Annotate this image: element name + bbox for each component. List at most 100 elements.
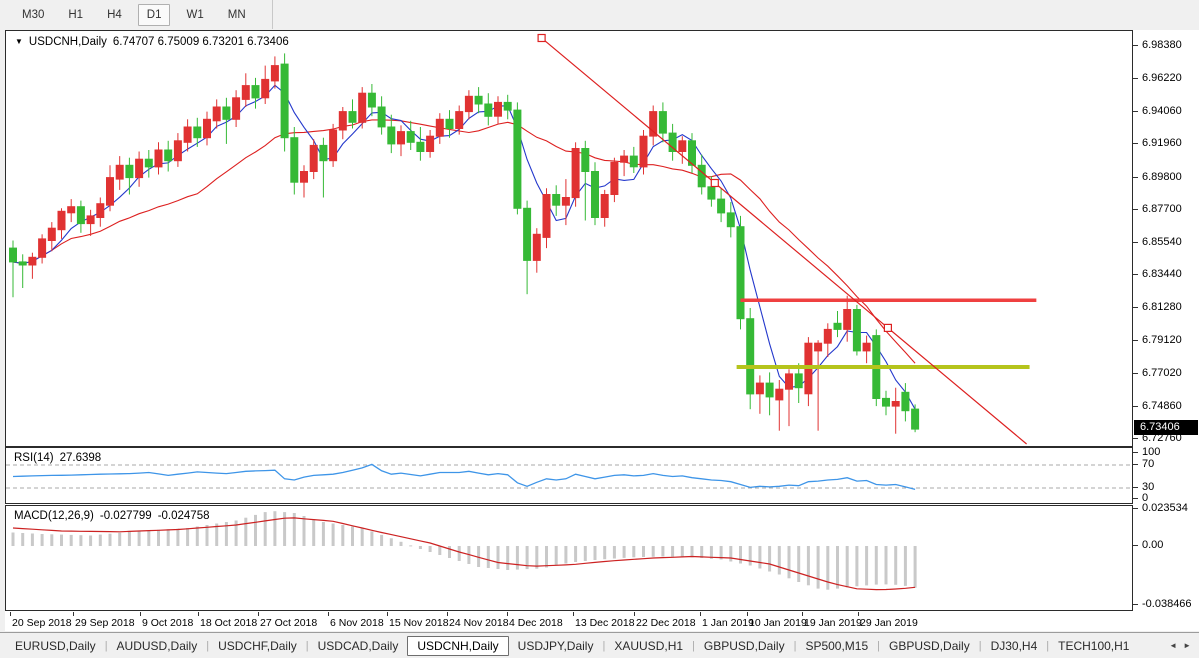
date-tick	[258, 612, 259, 616]
date-label: 13 Dec 2018	[575, 617, 635, 629]
date-tick	[10, 612, 11, 616]
price-chart-canvas[interactable]	[6, 31, 1132, 446]
date-tick	[328, 612, 329, 616]
price-tick-label: 6.89800	[1142, 171, 1182, 184]
price-tick-label: 6.85540	[1142, 236, 1182, 249]
main-chart-panel[interactable]: ▼ USDCNH,Daily 6.74707 6.75009 6.73201 6…	[5, 30, 1133, 447]
rsi-panel[interactable]: RSI(14) 27.6398	[5, 447, 1133, 504]
symbol-tab-sp500-m15[interactable]: SP500,M15	[796, 636, 877, 656]
symbol-tab-eurusd-daily[interactable]: EURUSD,Daily	[6, 636, 105, 656]
date-tick	[73, 612, 74, 616]
symbol-tab-xauusd-h1[interactable]: XAUUSD,H1	[605, 636, 692, 656]
price-tick-label: 6.94060	[1142, 105, 1182, 118]
price-tick-label-tick	[1133, 242, 1138, 243]
timeframe-toolbar: M30 H1 H4 D1 W1 MN	[0, 0, 1199, 29]
date-label: 18 Oct 2018	[200, 617, 257, 629]
macd-panel[interactable]: MACD(12,26,9) -0.027799 -0.024758	[5, 505, 1133, 611]
date-tick	[634, 612, 635, 616]
ma-fast-line	[13, 85, 915, 409]
rsi-tick-label: 70	[1142, 458, 1154, 471]
price-tick-label-tick	[1133, 274, 1138, 275]
date-label: 4 Dec 2018	[509, 617, 563, 629]
date-tick	[507, 612, 508, 616]
chart-ohlc-values: 6.74707 6.75009 6.73201 6.73406	[113, 36, 289, 48]
price-tick-label-tick	[1133, 143, 1138, 144]
date-label: 9 Oct 2018	[142, 617, 193, 629]
rsi-line	[13, 464, 915, 489]
period-tab-h1[interactable]: H1	[60, 5, 91, 25]
current-price-badge: 6.73406	[1134, 420, 1198, 435]
date-tick	[573, 612, 574, 616]
date-tick	[387, 612, 388, 616]
price-tick-label-tick	[1133, 209, 1138, 210]
symbol-tab-audusd-daily[interactable]: AUDUSD,Daily	[108, 636, 207, 656]
period-tab-h4[interactable]: H4	[99, 5, 130, 25]
price-tick-label-tick	[1133, 78, 1138, 79]
trendline-anchor-marker[interactable]	[538, 35, 545, 42]
scroll-right-icon[interactable]: ►	[1183, 641, 1191, 650]
price-tick-label: 6.98380	[1142, 39, 1182, 52]
symbol-tab-bar: EURUSD,Daily|AUDUSD,Daily|USDCHF,Daily|U…	[0, 632, 1199, 658]
date-label: 29 Jan 2019	[860, 617, 918, 629]
symbol-tab-dj30-h4[interactable]: DJ30,H4	[982, 636, 1047, 656]
date-label: 19 Jan 2019	[804, 617, 862, 629]
symbol-tab-gbpusd-daily[interactable]: GBPUSD,Daily	[695, 636, 794, 656]
symbol-tab-usdcad-daily[interactable]: USDCAD,Daily	[309, 636, 408, 656]
period-tab-mn[interactable]: MN	[220, 5, 254, 25]
price-tick-label-tick	[1133, 340, 1138, 341]
date-tick	[700, 612, 701, 616]
symbol-tab-usdchf-daily[interactable]: USDCHF,Daily	[209, 636, 306, 656]
date-label: 27 Oct 2018	[260, 617, 317, 629]
symbol-tab-usdcnh-daily[interactable]: USDCNH,Daily	[407, 636, 508, 656]
macd-tick-label: -0.038466	[1142, 598, 1192, 611]
price-tick-label: 6.83440	[1142, 268, 1182, 281]
rsi-name: RSI(14)	[14, 452, 54, 464]
rsi-tick-label-tick	[1133, 452, 1138, 453]
trendline-anchor-marker[interactable]	[884, 324, 891, 331]
price-tick-label: 6.74860	[1142, 400, 1182, 413]
date-axis[interactable]: 20 Sep 201829 Sep 2018 9 Oct 2018 18 Oct 2…	[5, 612, 1133, 631]
symbol-tab-gbpusd-daily[interactable]: GBPUSD,Daily	[880, 636, 979, 656]
price-tick-label: 6.96220	[1142, 72, 1182, 85]
price-tick-label-tick	[1133, 406, 1138, 407]
trendline[interactable]	[542, 38, 1027, 444]
date-tick	[447, 612, 448, 616]
rsi-canvas[interactable]	[6, 448, 1132, 503]
rsi-label: RSI(14) 27.6398	[14, 452, 101, 464]
chart-window: ▼ USDCNH,Daily 6.74707 6.75009 6.73201 6…	[5, 30, 1199, 631]
chart-symbol-label: USDCNH,Daily	[29, 36, 107, 48]
date-label: 20 Sep 2018	[12, 617, 72, 629]
price-tick-label: 6.81280	[1142, 301, 1182, 314]
macd-histogram	[12, 511, 917, 590]
date-label: 29 Sep 2018	[75, 617, 135, 629]
macd-tick-label: 0.023534	[1142, 502, 1188, 515]
price-tick-label: 6.87700	[1142, 203, 1182, 216]
date-label: 10 Jan 2019	[749, 617, 807, 629]
macd-name: MACD(12,26,9)	[14, 510, 94, 522]
symbol-tab-tech100-h1[interactable]: TECH100,H1	[1049, 636, 1138, 656]
trendline-anchor-marker[interactable]	[711, 180, 718, 187]
macd-tick-label-tick	[1133, 545, 1138, 546]
price-tick-label: 6.79120	[1142, 334, 1182, 347]
date-label: 15 Nov 2018	[389, 617, 449, 629]
chart-dropdown-icon[interactable]: ▼	[15, 37, 23, 46]
toolbar-divider	[272, 0, 273, 29]
date-tick	[198, 612, 199, 616]
macd-signal-value: -0.024758	[158, 510, 210, 522]
price-tick-label-tick	[1133, 307, 1138, 308]
candles	[10, 53, 919, 433]
rsi-value: 27.6398	[60, 452, 102, 464]
date-tick	[858, 612, 859, 616]
date-tick	[747, 612, 748, 616]
date-label: 22 Dec 2018	[636, 617, 696, 629]
date-label: 1 Jan 2019	[702, 617, 754, 629]
price-tick-label-tick	[1133, 438, 1138, 439]
price-axis[interactable]: 6.73406 6.983806.962206.940606.919606.89…	[1133, 30, 1199, 631]
scroll-left-icon[interactable]: ◄	[1169, 641, 1177, 650]
price-tick-label: 6.77020	[1142, 367, 1182, 380]
period-tab-w1[interactable]: W1	[178, 5, 211, 25]
period-tab-m30[interactable]: M30	[14, 5, 52, 25]
period-tab-d1[interactable]: D1	[138, 4, 171, 26]
symbol-tab-usdjpy-daily[interactable]: USDJPY,Daily	[509, 636, 603, 656]
macd-value: -0.027799	[100, 510, 152, 522]
